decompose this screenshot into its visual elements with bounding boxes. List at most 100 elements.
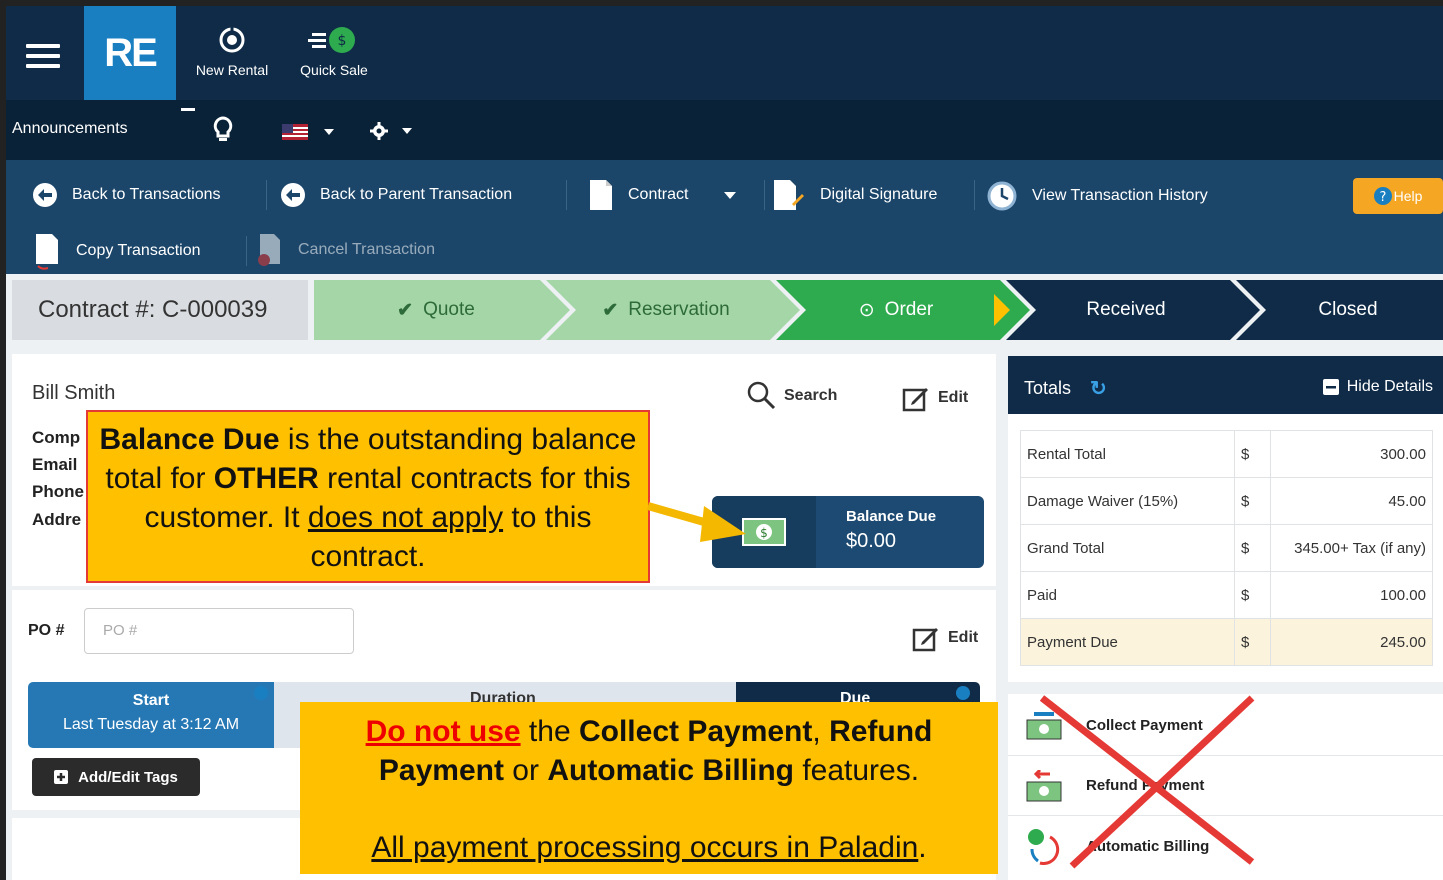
caret-down-icon (324, 129, 334, 135)
edit-icon (912, 628, 938, 652)
new-rental-button[interactable]: New Rental (182, 24, 282, 78)
divider (566, 180, 567, 210)
divider (181, 108, 195, 111)
po-input[interactable]: PO # (84, 608, 354, 654)
totals-row-currency: $ (1234, 571, 1271, 619)
copy-transaction-label: Copy Transaction (76, 242, 201, 259)
hide-details-button[interactable]: Hide Details (1322, 378, 1433, 396)
callout-line2: All payment processing occurs in Paladin… (300, 828, 998, 867)
hide-details-label: Hide Details (1346, 378, 1433, 395)
lightbulb-icon[interactable] (212, 116, 234, 146)
view-history-label: View Transaction History (1032, 187, 1208, 204)
digital-signature-button[interactable]: Digital Signature (772, 178, 937, 212)
divider (266, 180, 267, 210)
payment-actions-panel: Collect Payment Refund Payment Automatic… (1008, 694, 1443, 880)
history-icon (987, 181, 1017, 211)
totals-row-value: 45.00 (1270, 477, 1433, 525)
po-edit-button[interactable]: Edit (912, 624, 978, 652)
start-value: Last Tuesday at 3:12 AM (62, 716, 240, 733)
customer-edit-button[interactable]: Edit (902, 384, 968, 412)
info-icon[interactable] (254, 686, 268, 700)
totals-row-value: 345.00+ Tax (if any) (1270, 524, 1433, 572)
totals-row: Damage Waiver (15%) $45.00 (1020, 477, 1433, 525)
copy-transaction-button[interactable]: Copy Transaction (32, 232, 201, 270)
callout-text: or (503, 754, 548, 787)
phone-label: Phone (32, 482, 84, 501)
timeline-start[interactable]: Start Last Tuesday at 3:12 AM (28, 682, 274, 748)
customer-search-button[interactable]: Search (746, 380, 837, 412)
balance-due-callout: Balance Due is the outstanding balance t… (86, 410, 650, 583)
totals-header: Totals ↻ Hide Details (1008, 356, 1443, 414)
contract-button[interactable]: Contract (588, 178, 737, 212)
help-button[interactable]: ? Help (1353, 178, 1443, 214)
back-to-parent-label: Back to Parent Transaction (320, 186, 513, 203)
back-to-parent-button[interactable]: Back to Parent Transaction (280, 182, 512, 208)
totals-row-value: 245.00 (1270, 618, 1433, 666)
callout-bold: Balance Due (99, 423, 280, 456)
help-label: Help (1393, 188, 1423, 204)
copy-icon (36, 234, 58, 270)
language-dropdown[interactable] (282, 124, 334, 140)
us-flag-icon (282, 124, 308, 140)
new-rental-icon (219, 26, 245, 53)
status-progress: Contract #: C-000039 ✔ Quote ✔ Reservati… (6, 274, 1443, 352)
payment-warning-callout: Do not use the Collect Payment, Refund P… (300, 702, 998, 874)
start-label: Start (132, 692, 170, 709)
step-quote: ✔ Quote (336, 280, 536, 340)
totals-row: Payment Due $245.00 (1020, 618, 1433, 666)
red-x-mark (1039, 695, 1255, 869)
announcements-link[interactable]: Announcements (12, 120, 128, 138)
check-icon: ✔ (397, 299, 414, 321)
totals-row-currency: $ (1234, 524, 1271, 572)
callout-text: . (918, 831, 927, 864)
step-order: ⊙ Order (796, 280, 996, 340)
totals-row-label: Payment Due (1020, 618, 1235, 666)
info-icon[interactable] (956, 686, 970, 700)
balance-due-value: $0.00 (846, 530, 897, 552)
quick-sale-icon: $ (308, 27, 355, 53)
callout-text: , (812, 715, 830, 748)
step-reservation: ✔ Reservation (566, 280, 766, 340)
contract-number: Contract #: C-000039 (12, 280, 308, 340)
customer-name[interactable]: Bill Smith (32, 382, 115, 405)
caret-down-icon (402, 128, 412, 134)
caret-down-icon[interactable] (724, 191, 737, 199)
app-logo[interactable]: RE (84, 6, 176, 100)
refresh-icon[interactable]: ↻ (1090, 376, 1107, 401)
address-label: Addre (32, 510, 82, 529)
totals-panel: Totals ↻ Hide Details Rental Total $300.0… (1008, 356, 1443, 682)
quick-sale-label: Quick Sale (300, 62, 368, 78)
digital-signature-label: Digital Signature (820, 186, 938, 203)
transaction-actions-bar: Back to Transactions Back to Parent Tran… (6, 160, 1443, 274)
step-received-label: Received (1086, 299, 1166, 320)
totals-row-currency: $ (1234, 430, 1271, 478)
back-to-transactions-button[interactable]: Back to Transactions (32, 182, 221, 208)
step-received: Received (1026, 280, 1226, 340)
gear-icon (370, 122, 388, 140)
callout-underline: does not apply (307, 501, 504, 534)
target-circle-icon: ⊙ (858, 299, 875, 321)
totals-row-currency: $ (1234, 618, 1271, 666)
help-icon: ? (1373, 187, 1392, 205)
callout-arrow (646, 502, 746, 542)
view-history-button[interactable]: View Transaction History (986, 180, 1208, 212)
totals-row-currency: $ (1234, 477, 1271, 525)
cancel-transaction-label: Cancel Transaction (298, 241, 435, 258)
callout-bold: OTHER (213, 462, 319, 495)
settings-dropdown[interactable] (370, 122, 412, 140)
add-edit-tags-button[interactable]: Add/Edit Tags (32, 758, 200, 796)
callout-text: the (520, 715, 579, 748)
announcements-bar: Announcements (6, 100, 1443, 160)
menu-icon[interactable] (26, 44, 60, 70)
step-closed: Closed (1248, 280, 1443, 340)
cancel-transaction-button[interactable]: Cancel Transaction (256, 232, 435, 268)
search-icon (747, 381, 776, 410)
quick-sale-button[interactable]: $ Quick Sale (284, 24, 384, 78)
totals-row: Grand Total $345.00+ Tax (if any) (1020, 524, 1433, 572)
back-arrow-icon (281, 183, 305, 207)
totals-row-label: Paid (1020, 571, 1235, 619)
document-icon (590, 180, 612, 210)
totals-row-label: Grand Total (1020, 524, 1235, 572)
totals-row-value: 300.00 (1270, 430, 1433, 478)
app-frame: RE New Rental $ Quick Sale Announcements (0, 0, 1443, 880)
